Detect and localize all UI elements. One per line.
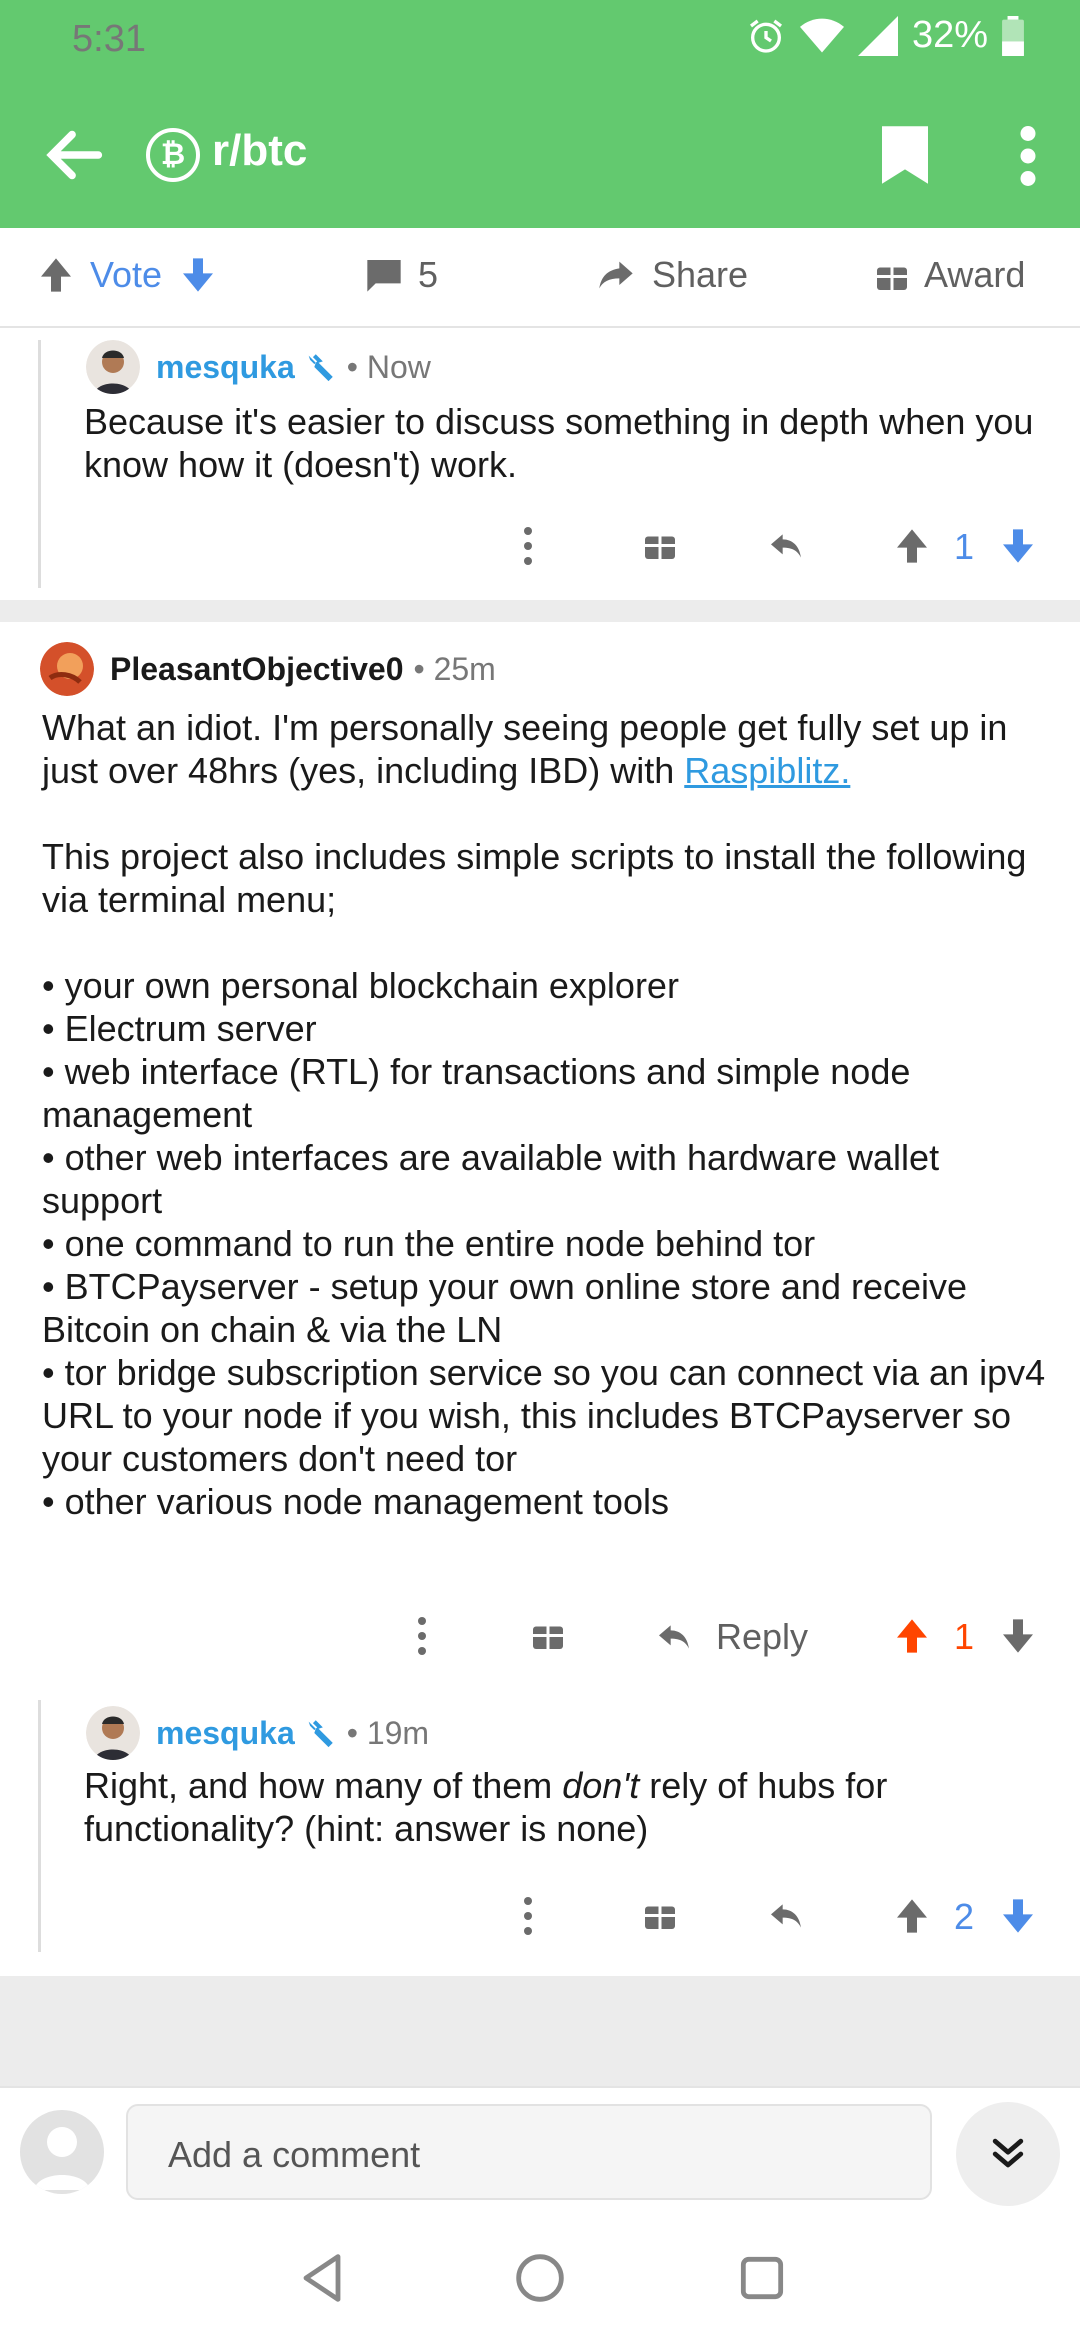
- battery-icon: [1002, 15, 1024, 56]
- more-vert-icon[interactable]: [416, 1616, 428, 1656]
- comment-score: 1: [954, 526, 975, 567]
- nav-home-icon[interactable]: [508, 2246, 572, 2310]
- toolbar: ₿ r/btc: [0, 100, 1080, 210]
- bullet-item: • your own personal blockchain explorer: [42, 965, 679, 1006]
- avatar[interactable]: [40, 642, 94, 696]
- comment-icon: [367, 260, 401, 292]
- bullet-item: • Electrum server: [42, 1008, 317, 1049]
- app-bar: 5:31 32% ₿ r/btc: [0, 0, 1080, 228]
- gift-icon[interactable]: [642, 526, 678, 562]
- upvote-icon[interactable]: [36, 255, 76, 295]
- share-icon: [599, 261, 633, 289]
- comment-time: • 19m: [346, 1714, 430, 1751]
- comment-body: What an idiot. I'm personally seeing peo…: [42, 706, 1064, 1523]
- user-avatar[interactable]: [20, 2110, 104, 2194]
- comment-author[interactable]: mesquka: [156, 1715, 295, 1752]
- avatar[interactable]: [86, 1706, 140, 1760]
- share-label: Share: [652, 254, 749, 295]
- comment-actions: Reply 1: [0, 1616, 1080, 1676]
- status-time: 5:31: [72, 18, 146, 60]
- comment-divider: [0, 600, 1080, 622]
- bullet-item: • other various node management tools: [42, 1481, 669, 1522]
- comment-time: • Now: [346, 348, 431, 385]
- comments-count: 5: [418, 254, 439, 295]
- comment-paragraph: This project also includes simple script…: [42, 836, 1027, 920]
- system-nav-bar: [0, 2216, 1080, 2340]
- nav-back-icon[interactable]: [290, 2246, 354, 2310]
- bitcoin-icon: ₿: [146, 128, 200, 182]
- comment-composer: Add a comment: [0, 2086, 1080, 2216]
- comments-count-button[interactable]: 5: [364, 254, 438, 296]
- bookmark-icon[interactable]: [882, 126, 928, 184]
- comment-reply-2: mesquka • 19m Right, and how many of the…: [0, 1700, 1080, 1960]
- bullet-item: • tor bridge subscription service so you…: [42, 1352, 1046, 1479]
- bullet-item: • web interface (RTL) for transactions a…: [42, 1051, 911, 1135]
- comment-reply-1: mesquka • Now Because it's easier to dis…: [0, 330, 1080, 600]
- add-comment-input[interactable]: Add a comment: [126, 2104, 932, 2200]
- nav-recents-icon[interactable]: [730, 2246, 794, 2310]
- upvote-icon[interactable]: [892, 1896, 932, 1936]
- bullet-item: • BTCPayserver - setup your own online s…: [42, 1266, 968, 1350]
- reply-button[interactable]: Reply: [654, 1616, 808, 1658]
- battery-percent: 32%: [911, 14, 988, 56]
- comment-actions: 1: [0, 526, 1080, 586]
- more-vert-icon[interactable]: [522, 1896, 534, 1936]
- comment-author[interactable]: PleasantObjective0: [110, 651, 403, 688]
- downvote-icon[interactable]: [998, 1896, 1038, 1936]
- award-label: Award: [924, 254, 1026, 295]
- gift-icon[interactable]: [530, 1616, 566, 1652]
- downvote-icon[interactable]: [998, 1616, 1038, 1656]
- comment-body: Right, and how many of them don't rely o…: [84, 1765, 888, 1849]
- reply-icon: [659, 1625, 689, 1649]
- reply-icon[interactable]: [766, 1896, 806, 1936]
- subreddit-title[interactable]: r/btc: [212, 126, 307, 176]
- alarm-icon: [749, 19, 782, 53]
- comment-score: 1: [954, 1616, 975, 1657]
- comment-author[interactable]: mesquka: [156, 349, 295, 386]
- more-vert-icon[interactable]: [1018, 126, 1038, 186]
- award-button[interactable]: Award: [874, 254, 1025, 296]
- status-bar: 5:31 32%: [0, 0, 1080, 80]
- bullet-list: • your own personal blockchain explorer …: [42, 964, 1064, 1523]
- avatar[interactable]: [86, 340, 140, 394]
- gift-icon: [877, 267, 907, 290]
- expand-button[interactable]: [956, 2102, 1060, 2206]
- bullet-item: • other web interfaces are available wit…: [42, 1137, 940, 1221]
- comment-paragraph: What an idiot. I'm personally seeing peo…: [42, 707, 1008, 791]
- vote-label: Vote: [90, 254, 163, 295]
- wrench-icon: [308, 1720, 333, 1748]
- post-action-bar: Vote 5 Share Award: [0, 228, 1080, 328]
- downvote-icon[interactable]: [998, 526, 1038, 566]
- bullet-item: • one command to run the entire node beh…: [42, 1223, 816, 1264]
- gift-icon[interactable]: [642, 1896, 678, 1932]
- downvote-icon[interactable]: [178, 255, 218, 295]
- raspiblitz-link[interactable]: Raspiblitz.: [684, 750, 850, 791]
- upvote-icon[interactable]: [892, 1616, 932, 1656]
- vote-control: Vote: [36, 254, 232, 296]
- signal-icon: [857, 15, 898, 56]
- comment-body: Because it's easier to discuss something…: [84, 401, 1034, 485]
- share-button[interactable]: Share: [594, 254, 748, 296]
- comment-top-level: PleasantObjective0 • 25m What an idiot. …: [0, 622, 1080, 1670]
- wrench-icon: [308, 354, 333, 382]
- comment-actions: 2: [0, 1896, 1080, 1956]
- comment-time: • 25m: [413, 650, 496, 687]
- list-footer-space: [0, 1976, 1080, 2086]
- back-arrow-icon[interactable]: [40, 120, 110, 190]
- comment-score: 2: [954, 1896, 975, 1937]
- reply-icon[interactable]: [766, 526, 806, 566]
- reply-label: Reply: [716, 1616, 809, 1657]
- wifi-icon: [799, 18, 844, 52]
- upvote-icon[interactable]: [892, 526, 932, 566]
- double-chevron-down-icon: [992, 2138, 1024, 2168]
- person-icon: [34, 2127, 90, 2190]
- more-vert-icon[interactable]: [522, 526, 534, 566]
